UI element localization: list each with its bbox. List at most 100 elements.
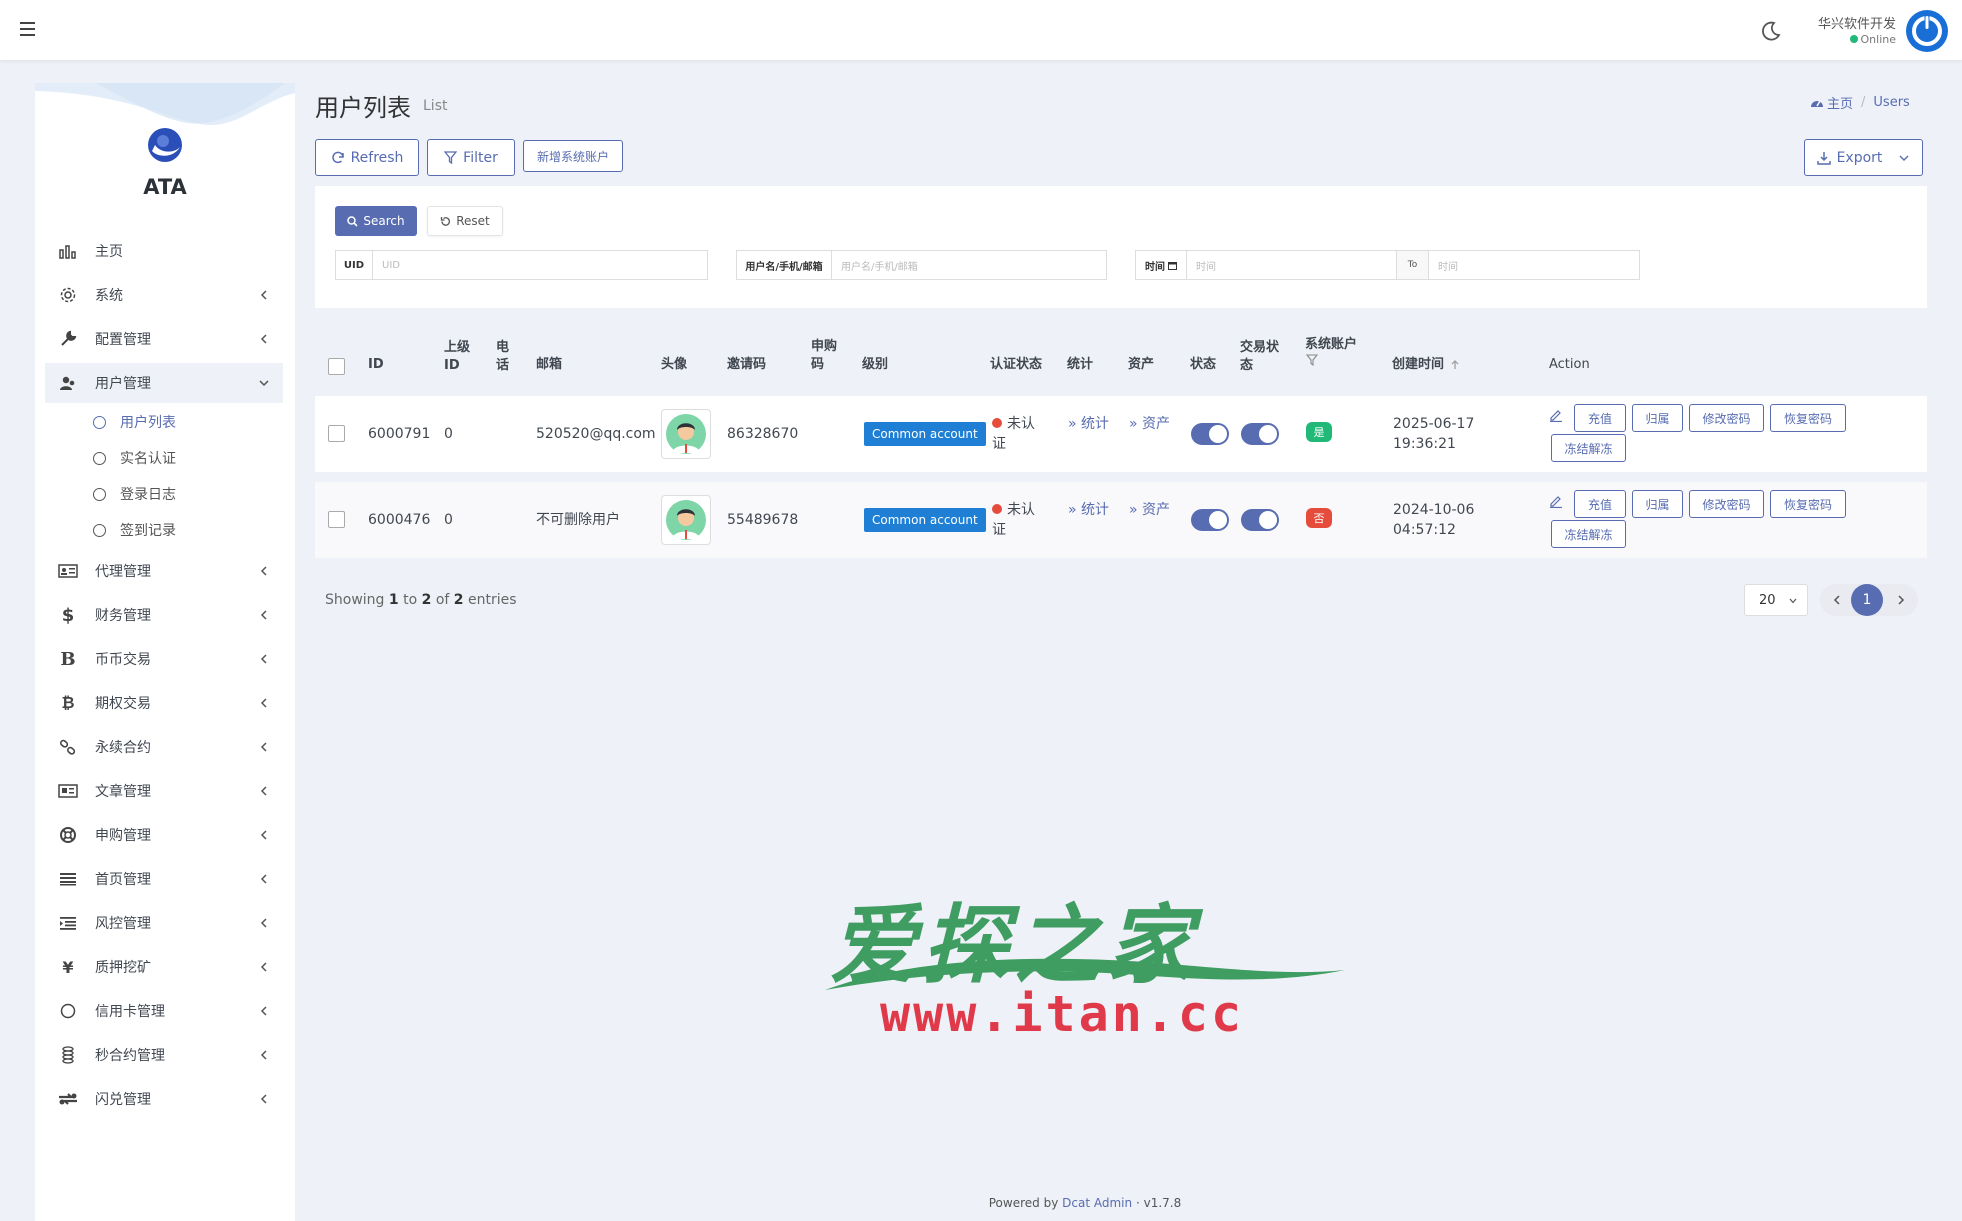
sidebar-item-subscription[interactable]: 申购管理 xyxy=(45,815,283,855)
sidebar-item-label: 系统 xyxy=(95,288,123,304)
restore-password-button[interactable]: 恢复密码 xyxy=(1770,404,1846,432)
reset-button[interactable]: Reset xyxy=(427,206,503,236)
sidebar-subitem-user-list[interactable]: 用户列表 xyxy=(93,405,176,439)
chevron-left-icon[interactable] xyxy=(1830,593,1844,607)
breadcrumb-home[interactable]: 主页 xyxy=(1810,93,1853,112)
page-button[interactable]: 1 xyxy=(1851,584,1883,616)
time-start-input[interactable]: 时间 xyxy=(1187,250,1397,280)
bitcoin-icon: ₿ xyxy=(61,693,75,712)
header-id[interactable]: ID xyxy=(368,356,384,374)
trade-status-toggle[interactable] xyxy=(1241,423,1279,445)
per-page-select[interactable]: 20 xyxy=(1744,584,1808,616)
sidebar-item-credit-card[interactable]: 信用卡管理 xyxy=(45,991,283,1031)
sort-up-icon[interactable] xyxy=(1449,359,1461,371)
sidebar-item-homepage[interactable]: 首页管理 xyxy=(45,859,283,899)
undo-icon xyxy=(441,216,451,226)
sidebar-subitem-realname[interactable]: 实名认证 xyxy=(93,441,176,475)
uid-input[interactable]: UID xyxy=(373,250,708,280)
search-button[interactable]: Search xyxy=(335,206,417,236)
sidebar-subitem-label: 签到记录 xyxy=(120,523,176,539)
assign-button[interactable]: 归属 xyxy=(1632,490,1683,518)
header-created-at[interactable]: 创建时间 xyxy=(1392,356,1461,374)
status-dot-icon xyxy=(992,504,1002,514)
sidebar-item-flash-exchange[interactable]: 闪兑管理 xyxy=(45,1079,283,1119)
status-toggle[interactable] xyxy=(1191,509,1229,531)
refresh-button[interactable]: Refresh xyxy=(315,139,419,176)
chevron-down-icon xyxy=(1899,155,1909,161)
sidebar-subitem-checkin[interactable]: 签到记录 xyxy=(93,513,176,547)
freeze-button[interactable]: 冻结解冻 xyxy=(1551,520,1626,548)
sidebar-item-label: 信用卡管理 xyxy=(95,1004,165,1020)
add-system-account-button[interactable]: 新增系统账户 xyxy=(523,140,623,172)
showing-to-word: to xyxy=(403,592,418,608)
chevron-left-icon xyxy=(260,334,267,344)
breadcrumb-current[interactable]: Users xyxy=(1873,95,1909,110)
sidebar-item-config[interactable]: 配置管理 xyxy=(45,319,283,359)
chevron-left-icon xyxy=(260,1094,267,1104)
sidebar-item-agent[interactable]: 代理管理 xyxy=(45,551,283,591)
circle-icon xyxy=(93,523,106,537)
status-toggle[interactable] xyxy=(1191,423,1229,445)
search-label: Search xyxy=(363,214,405,228)
freeze-button[interactable]: 冻结解冻 xyxy=(1551,434,1626,462)
dcat-admin-link[interactable]: Dcat Admin xyxy=(1062,1196,1132,1210)
stats-link[interactable]: » 统计 xyxy=(1068,500,1114,520)
sidebar-subitem-login-log[interactable]: 登录日志 xyxy=(93,477,176,511)
header-level: 级别 xyxy=(862,357,889,372)
edit-icon[interactable] xyxy=(1549,408,1563,422)
header-stats: 统计 xyxy=(1067,357,1094,372)
sidebar-item-perpetual[interactable]: 永续合约 xyxy=(45,727,283,767)
stats-link[interactable]: » 统计 xyxy=(1068,414,1114,434)
sidebar-item-articles[interactable]: 文章管理 xyxy=(45,771,283,811)
sidebar-item-label: 文章管理 xyxy=(95,784,151,800)
user-avatar[interactable] xyxy=(1906,10,1948,52)
time-label: 时间 xyxy=(1135,250,1187,280)
restore-password-button[interactable]: 恢复密码 xyxy=(1770,490,1846,518)
recharge-button[interactable]: 充值 xyxy=(1574,490,1626,518)
change-password-button[interactable]: 修改密码 xyxy=(1689,404,1764,432)
user-name[interactable]: 华兴软件开发 xyxy=(1818,13,1896,32)
row-checkbox[interactable] xyxy=(328,511,345,528)
gear-icon xyxy=(53,286,83,304)
sidebar-item-second-contract[interactable]: 秒合约管理 xyxy=(45,1035,283,1075)
select-all-checkbox[interactable] xyxy=(328,358,345,375)
cell-parent-id: 0 xyxy=(444,426,453,442)
cell-avatar[interactable] xyxy=(661,495,711,545)
user-search-input[interactable]: 用户名/手机/邮箱 xyxy=(832,250,1107,280)
assets-link[interactable]: » 资产 xyxy=(1129,500,1175,520)
sidebar-subitem-label: 登录日志 xyxy=(120,487,176,503)
indent-icon xyxy=(53,916,83,930)
row-checkbox[interactable] xyxy=(328,425,345,442)
trade-status-toggle[interactable] xyxy=(1241,509,1279,531)
sidebar-item-finance[interactable]: $ 财务管理 xyxy=(45,595,283,635)
sidebar-item-spot-trade[interactable]: B 币币交易 xyxy=(45,639,283,679)
top-navbar: 华兴软件开发 Online xyxy=(0,0,1962,60)
time-end-input[interactable]: 时间 xyxy=(1429,250,1640,280)
export-label: Export xyxy=(1836,149,1883,166)
edit-icon[interactable] xyxy=(1549,494,1563,508)
search-icon xyxy=(347,215,358,227)
reset-label: Reset xyxy=(456,214,490,228)
change-password-button[interactable]: 修改密码 xyxy=(1689,490,1764,518)
circle-icon xyxy=(93,451,106,465)
cell-avatar[interactable] xyxy=(661,409,711,459)
recharge-button[interactable]: 充值 xyxy=(1574,404,1626,432)
sidebar-item-risk[interactable]: 风控管理 xyxy=(45,903,283,943)
cell-email: 不可删除用户 xyxy=(536,512,620,528)
chevron-left-icon xyxy=(260,654,267,664)
sidebar-item-options[interactable]: ₿ 期权交易 xyxy=(45,683,283,723)
sidebar-item-system[interactable]: 系统 xyxy=(45,275,283,315)
page-subtitle: List xyxy=(423,98,448,114)
chevron-right-icon[interactable] xyxy=(1894,593,1908,607)
sidebar-item-staking[interactable]: ¥ 质押挖矿 xyxy=(45,947,283,987)
hamburger-menu-icon[interactable] xyxy=(18,18,40,40)
assets-link[interactable]: » 资产 xyxy=(1129,414,1175,434)
sidebar-item-users[interactable]: 用户管理 xyxy=(45,363,283,403)
export-button[interactable]: Export xyxy=(1804,139,1923,176)
filter-icon[interactable] xyxy=(1306,354,1318,366)
assign-button[interactable]: 归属 xyxy=(1632,404,1683,432)
dark-mode-moon-icon[interactable] xyxy=(1760,20,1782,42)
filter-button[interactable]: Filter xyxy=(427,139,515,176)
sidebar-item-home[interactable]: 主页 xyxy=(45,231,283,271)
sidebar-item-label: 主页 xyxy=(95,244,123,260)
